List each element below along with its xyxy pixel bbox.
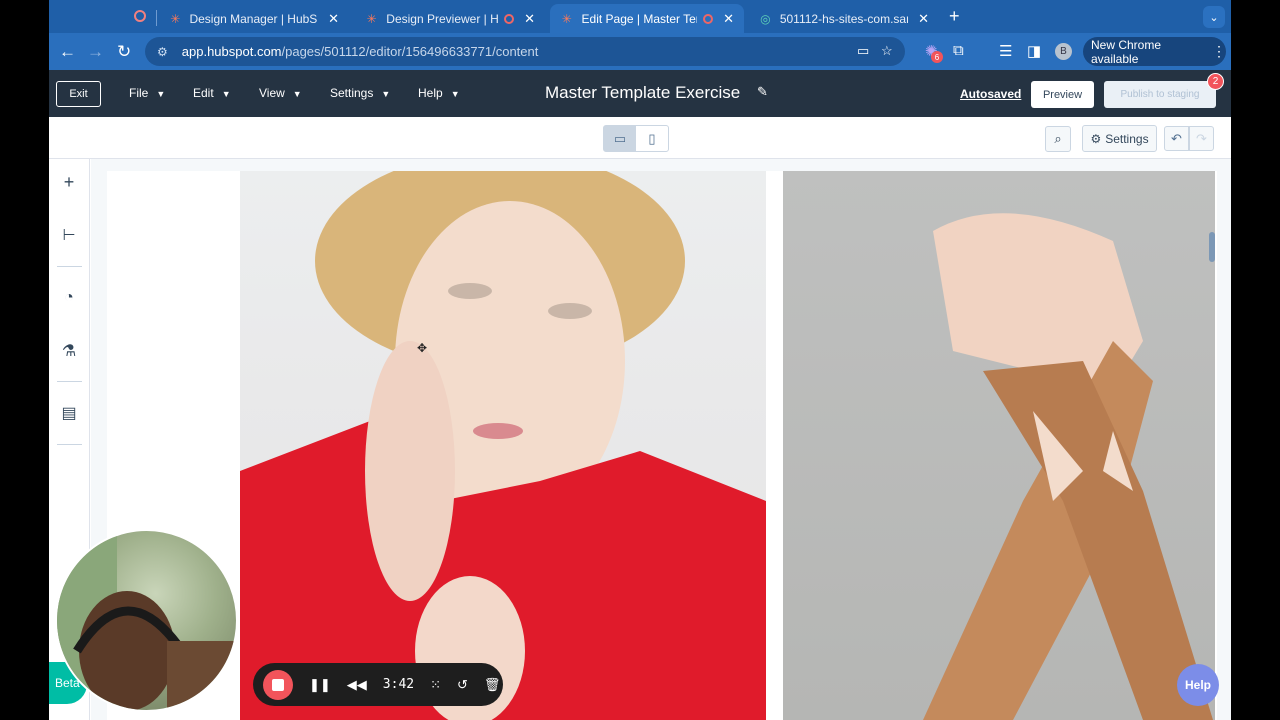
menu-file[interactable]: File ▼	[129, 86, 165, 100]
add-icon[interactable]: +	[58, 171, 80, 193]
edit-pencil-icon[interactable]: ✎	[757, 84, 768, 100]
recording-time: 3:42	[382, 677, 415, 692]
chevron-down-icon: ▼	[156, 89, 166, 99]
page-preview[interactable]	[107, 171, 1217, 720]
globe-icon: ◎	[760, 11, 771, 26]
mobile-icon[interactable]: ▯	[636, 126, 668, 151]
url-host: app.hubspot.com	[181, 44, 282, 59]
stop-recording-button[interactable]	[263, 669, 293, 700]
stop-icon	[272, 678, 284, 691]
test-flask-icon[interactable]: ⚗	[58, 340, 80, 362]
recording-dot-icon	[703, 13, 714, 24]
close-tab-icon[interactable]: ✕	[723, 11, 734, 27]
gear-icon: ⚙	[1090, 131, 1102, 146]
tab-design-manager[interactable]: ✳ Design Manager | HubSpot ✕	[159, 4, 349, 33]
notification-badge: 2	[1207, 73, 1224, 90]
preview-button[interactable]: Preview	[1031, 81, 1094, 108]
layers-tree-icon[interactable]: ⊢	[58, 224, 80, 246]
restart-icon[interactable]: ↺	[457, 677, 468, 693]
page-document-icon[interactable]: ▤	[58, 402, 80, 424]
hands-illustration	[923, 213, 1213, 720]
chevron-down-icon: ▼	[292, 89, 302, 99]
optimize-gauge-icon[interactable]: ◔	[58, 287, 80, 309]
new-chrome-available-button[interactable]: New Chrome available ⋮	[1083, 37, 1226, 66]
redo-icon[interactable]: ↷	[1189, 126, 1214, 151]
profile-avatar[interactable]: B	[1055, 43, 1072, 60]
help-button[interactable]: Help	[1177, 664, 1219, 706]
autosaved-link[interactable]: Autosaved	[960, 87, 1021, 101]
url-field[interactable]: ⚙ app.hubspot.com/pages/501112/editor/15…	[145, 37, 905, 66]
portrait-illustration	[240, 171, 766, 720]
editor-header: Exit File ▼ Edit ▼ View ▼ Settings ▼ Help ▼ M…	[49, 70, 1231, 117]
tab-separator	[156, 10, 157, 26]
browser-window: ✳ Design Manager | HubSpot ✕ ✳ Design Pr…	[49, 0, 1231, 720]
url-path: /pages/501112/editor/156496633771/conten…	[281, 44, 539, 59]
chevron-down-icon: ▼	[221, 89, 231, 99]
bookmark-star-icon[interactable]: ☆	[881, 43, 893, 59]
menu-help[interactable]: Help ▼	[418, 86, 460, 100]
menu-settings[interactable]: Settings ▼	[330, 86, 390, 100]
close-tab-icon[interactable]: ✕	[524, 11, 535, 27]
tab-edit-page[interactable]: ✳ Edit Page | Master Templa ✕	[550, 4, 744, 33]
close-tab-icon[interactable]: ✕	[918, 11, 929, 27]
recording-controls: ❚❚ ◀◀ 3:42 ⁙ ↺ 🗑	[253, 663, 503, 706]
settings-button[interactable]: ⚙ Settings	[1082, 125, 1157, 152]
vitiligo-hands-image[interactable]	[783, 171, 1215, 720]
tab-search-chevron-icon[interactable]: ⌄	[1203, 6, 1225, 28]
site-info-icon[interactable]: ⚙	[157, 45, 168, 59]
publish-to-staging-button[interactable]: Publish to staging	[1104, 81, 1216, 108]
hubspot-icon: ✳	[561, 11, 572, 26]
menu-edit[interactable]: Edit ▼	[193, 86, 231, 100]
search-icon[interactable]: ⌕	[1045, 126, 1071, 152]
trash-icon[interactable]: 🗑	[484, 677, 501, 693]
scrollbar-thumb[interactable]	[1209, 232, 1215, 262]
webcam-overlay	[55, 529, 238, 712]
hubspot-icon: ✳	[366, 11, 377, 26]
camera-icon[interactable]: ▭	[857, 43, 869, 59]
device-toggle: ▭ ▯	[603, 125, 669, 152]
extension-badge: 6	[931, 51, 943, 63]
desktop-icon[interactable]: ▭	[604, 126, 636, 151]
editor-canvas	[91, 159, 1231, 720]
back-arrow-icon[interactable]: ←	[59, 42, 76, 62]
exit-button[interactable]: Exit	[56, 81, 101, 107]
tab-sandbox-site[interactable]: ◎ 501112-hs-sites-com.sandbo ✕	[749, 4, 939, 33]
grid-icon[interactable]: ⁙	[430, 677, 441, 693]
recording-dot-icon	[504, 13, 515, 24]
divider	[57, 266, 82, 267]
close-tab-icon[interactable]: ✕	[328, 11, 339, 27]
more-options-icon[interactable]: ⋮	[1212, 43, 1226, 60]
undo-icon[interactable]: ↶	[1164, 126, 1189, 151]
chevron-down-icon: ▼	[381, 89, 391, 99]
page-title: Master Template Exercise	[545, 83, 741, 102]
forward-arrow-icon[interactable]: →	[87, 42, 104, 62]
update-label: New Chrome available	[1091, 37, 1162, 66]
side-panel-icon[interactable]: ◨	[1027, 42, 1041, 60]
menu-view[interactable]: View ▼	[259, 86, 302, 100]
reload-icon[interactable]: ↻	[117, 42, 131, 62]
recording-indicator-icon	[134, 10, 146, 22]
move-cursor-icon: ✥	[417, 341, 428, 355]
pause-icon[interactable]: ❚❚	[309, 677, 331, 693]
rewind-icon[interactable]: ◀◀	[347, 677, 367, 693]
divider	[57, 381, 82, 382]
presenter-illustration	[57, 531, 236, 710]
tab-strip: ✳ Design Manager | HubSpot ✕ ✳ Design Pr…	[49, 0, 1231, 33]
address-bar-row: ← → ↻ ⚙ app.hubspot.com/pages/501112/edi…	[49, 33, 1231, 70]
chevron-down-icon: ▼	[450, 89, 460, 99]
hubspot-icon: ✳	[170, 11, 181, 26]
portrait-image[interactable]	[240, 171, 766, 720]
tab-design-previewer[interactable]: ✳ Design Previewer | HubSp ✕	[355, 4, 545, 33]
divider	[57, 444, 82, 445]
new-tab-button[interactable]: +	[949, 6, 960, 27]
puzzle-extensions-icon[interactable]: ⧉	[953, 42, 964, 59]
reading-list-icon[interactable]: ☰	[999, 42, 1012, 60]
editor-toolbar: ▭ ▯ ⌕ ⚙ Settings ↶ ↷	[49, 117, 1231, 159]
